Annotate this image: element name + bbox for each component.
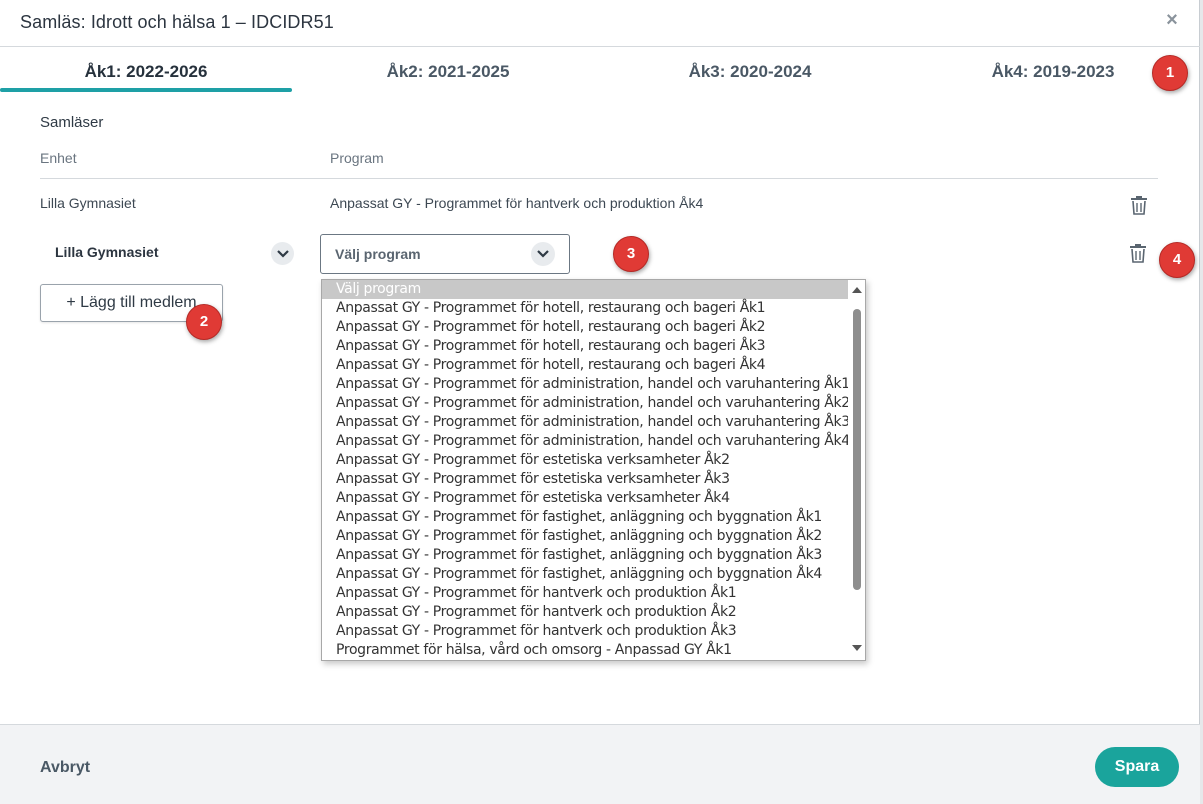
header-divider	[40, 178, 1158, 179]
annotation-badge-3: 3	[613, 236, 649, 272]
year-tabs: Åk1: 2022-2026 Åk2: 2021-2025 Åk3: 2020-…	[0, 48, 1200, 92]
scroll-up-icon[interactable]	[852, 287, 862, 293]
program-option[interactable]: Anpassat GY - Programmet för hotell, res…	[322, 299, 849, 318]
chevron-down-icon[interactable]	[271, 242, 294, 265]
section-title: Samläser	[40, 114, 104, 131]
program-option[interactable]: Anpassat GY - Programmet för estetiska v…	[322, 470, 849, 489]
tab-ak3[interactable]: Åk3: 2020-2024	[602, 48, 898, 92]
close-icon[interactable]: ×	[1162, 10, 1182, 30]
dialog-header: Samläs: Idrott och hälsa 1 – IDCIDR51 ×	[0, 0, 1200, 47]
dropdown-scrollbar[interactable]	[848, 280, 865, 660]
program-option[interactable]: Anpassat GY - Programmet för hotell, res…	[322, 337, 849, 356]
program-option[interactable]: Anpassat GY - Programmet för estetiska v…	[322, 451, 849, 470]
program-option[interactable]: Anpassat GY - Programmet för estetiska v…	[322, 489, 849, 508]
existing-row-unit: Lilla Gymnasiet	[40, 195, 136, 211]
program-option[interactable]: Anpassat GY - Programmet för administrat…	[322, 432, 850, 451]
program-option[interactable]: Välj program	[322, 280, 849, 299]
annotation-badge-1: 1	[1152, 55, 1188, 91]
program-option[interactable]: Anpassat GY - Programmet för hotell, res…	[322, 318, 849, 337]
program-option[interactable]: Anpassat GY - Programmet för hotell, res…	[322, 356, 849, 375]
program-option[interactable]: Anpassat GY - Programmet för hantverk oc…	[322, 603, 849, 622]
program-dropdown-list[interactable]: Välj program Anpassat GY - Programmet för…	[321, 279, 866, 661]
program-option[interactable]: Anpassat GY - Programmet för administrat…	[322, 413, 850, 432]
save-button[interactable]: Spara	[1095, 747, 1179, 787]
dialog-title: Samläs: Idrott och hälsa 1 – IDCIDR51	[20, 12, 334, 32]
program-select[interactable]: Välj program	[320, 234, 570, 274]
chevron-down-icon	[531, 242, 555, 266]
dialog-footer: Avbryt Spara	[0, 724, 1200, 804]
tab-ak1[interactable]: Åk1: 2022-2026	[0, 48, 292, 92]
program-option[interactable]: Anpassat GY - Programmet för fastighet, …	[322, 527, 849, 546]
tab-ak2[interactable]: Åk2: 2021-2025	[300, 48, 596, 92]
program-option[interactable]: Anpassat GY - Programmet för administrat…	[322, 375, 850, 394]
program-option[interactable]: Anpassat GY - Programmet för hantverk oc…	[322, 622, 849, 641]
column-header-program: Program	[330, 150, 384, 166]
trash-icon[interactable]	[1130, 195, 1148, 215]
program-select-placeholder: Välj program	[335, 246, 421, 262]
scroll-down-icon[interactable]	[852, 645, 862, 651]
cancel-button[interactable]: Avbryt	[40, 759, 90, 777]
annotation-badge-2: 2	[186, 304, 222, 340]
column-header-unit: Enhet	[40, 150, 77, 166]
program-option[interactable]: Anpassat GY - Programmet för fastighet, …	[322, 546, 849, 565]
program-option[interactable]: Anpassat GY - Programmet för fastighet, …	[322, 565, 849, 584]
program-option[interactable]: Anpassat GY - Programmet för fastighet, …	[322, 508, 849, 527]
program-options: Välj program Anpassat GY - Programmet för…	[322, 280, 850, 660]
annotation-badge-4: 4	[1159, 242, 1195, 278]
program-option[interactable]: Anpassat GY - Programmet för administrat…	[322, 394, 850, 413]
existing-row-program: Anpassat GY - Programmet för hantverk oc…	[330, 195, 704, 211]
scroll-thumb[interactable]	[853, 309, 861, 590]
unit-select[interactable]: Lilla Gymnasiet	[55, 244, 158, 260]
program-option[interactable]: Programmet för hälsa, vård och omsorg - …	[322, 641, 849, 660]
samlas-dialog: Samläs: Idrott och hälsa 1 – IDCIDR51 × …	[0, 0, 1200, 804]
program-option[interactable]: Anpassat GY - Programmet för hantverk oc…	[322, 584, 849, 603]
active-tab-indicator	[0, 88, 292, 92]
trash-icon[interactable]	[1129, 243, 1147, 263]
